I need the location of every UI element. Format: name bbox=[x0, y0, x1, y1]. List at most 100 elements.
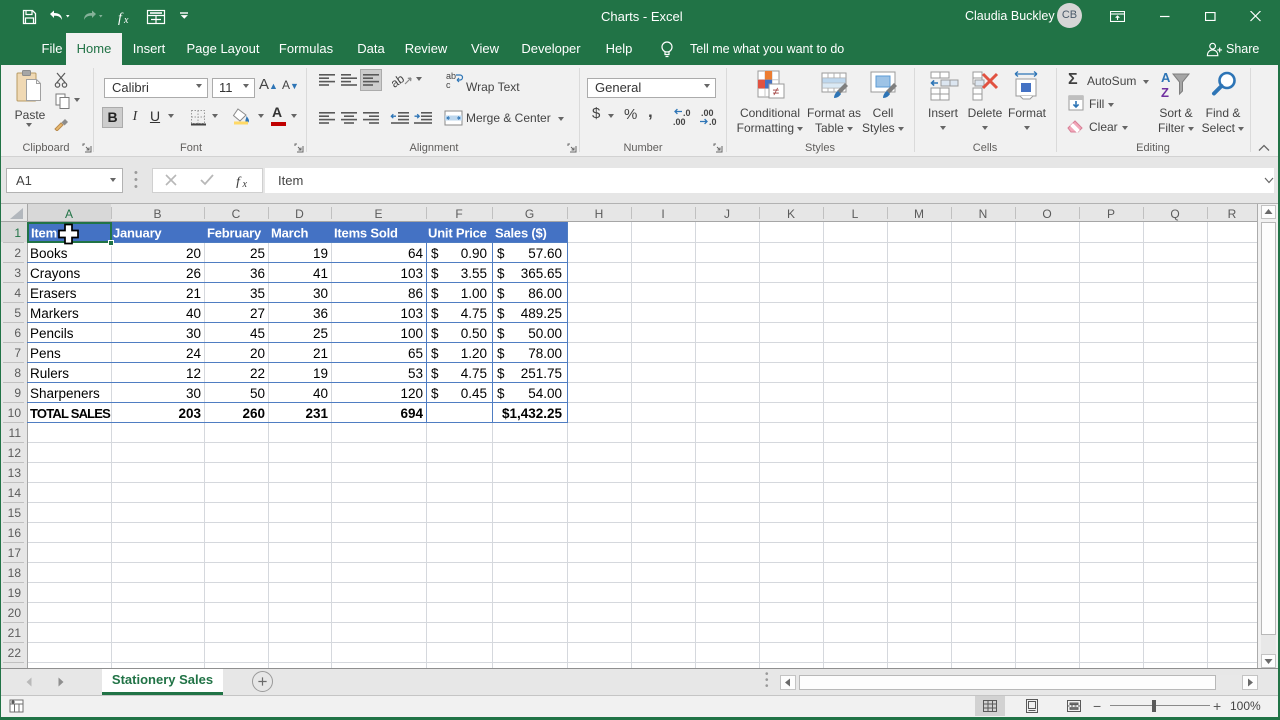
svg-text:Sharpeners: Sharpeners bbox=[30, 386, 100, 401]
svg-text:86: 86 bbox=[408, 286, 423, 301]
svg-text:ab: ab bbox=[392, 71, 407, 90]
svg-text:$: $ bbox=[497, 266, 505, 281]
svg-text:O: O bbox=[1042, 207, 1051, 221]
svg-text:$1,432.25: $1,432.25 bbox=[502, 406, 563, 421]
svg-text:G: G bbox=[525, 207, 534, 221]
svg-text:86.00: 86.00 bbox=[528, 286, 562, 301]
svg-text:3.55: 3.55 bbox=[461, 266, 487, 281]
svg-text:53: 53 bbox=[408, 366, 423, 381]
svg-text:Crayons: Crayons bbox=[30, 266, 81, 281]
svg-text:694: 694 bbox=[400, 406, 423, 421]
svg-text:0.50: 0.50 bbox=[461, 326, 487, 341]
svg-text:12: 12 bbox=[8, 446, 22, 460]
svg-text:Books: Books bbox=[30, 246, 68, 261]
svg-text:9: 9 bbox=[14, 386, 21, 400]
svg-text:30: 30 bbox=[186, 386, 201, 401]
svg-text:J: J bbox=[724, 207, 730, 221]
svg-text:$: $ bbox=[431, 246, 439, 261]
svg-text:M: M bbox=[914, 207, 924, 221]
svg-text:18: 18 bbox=[8, 566, 22, 580]
svg-text:19: 19 bbox=[313, 246, 328, 261]
svg-text:15: 15 bbox=[8, 506, 22, 520]
svg-text:36: 36 bbox=[250, 266, 265, 281]
svg-text:24: 24 bbox=[186, 346, 202, 361]
svg-text:4.75: 4.75 bbox=[461, 306, 487, 321]
svg-text:$: $ bbox=[431, 366, 439, 381]
svg-text:231: 231 bbox=[305, 406, 328, 421]
svg-text:30: 30 bbox=[313, 286, 328, 301]
svg-text:25: 25 bbox=[313, 326, 328, 341]
svg-text:Unit Price: Unit Price bbox=[428, 226, 487, 241]
svg-text:$: $ bbox=[497, 246, 505, 261]
svg-text:103: 103 bbox=[400, 306, 423, 321]
svg-text:103: 103 bbox=[400, 266, 423, 281]
svg-text:x: x bbox=[123, 15, 129, 26]
svg-text:35: 35 bbox=[250, 286, 265, 301]
svg-text:Pencils: Pencils bbox=[30, 326, 74, 341]
svg-text:260: 260 bbox=[242, 406, 265, 421]
svg-text:45: 45 bbox=[250, 326, 265, 341]
svg-text:$: $ bbox=[497, 386, 505, 401]
svg-text:4.75: 4.75 bbox=[461, 366, 487, 381]
svg-text:$: $ bbox=[431, 266, 439, 281]
svg-text:25: 25 bbox=[250, 246, 265, 261]
svg-text:13: 13 bbox=[8, 466, 22, 480]
svg-text:February: February bbox=[207, 226, 262, 241]
svg-text:57.60: 57.60 bbox=[528, 246, 562, 261]
svg-text:5: 5 bbox=[14, 306, 21, 320]
svg-text:36: 36 bbox=[313, 306, 328, 321]
svg-text:R: R bbox=[1228, 207, 1237, 221]
svg-text:50.00: 50.00 bbox=[528, 326, 562, 341]
svg-text:Q: Q bbox=[1170, 207, 1179, 221]
svg-text:22: 22 bbox=[250, 366, 265, 381]
svg-text:Pens: Pens bbox=[30, 346, 61, 361]
svg-text:$: $ bbox=[497, 306, 505, 321]
svg-text:6: 6 bbox=[14, 326, 21, 340]
svg-text:3: 3 bbox=[14, 266, 21, 280]
svg-text:D: D bbox=[295, 207, 304, 221]
svg-text:19: 19 bbox=[8, 586, 22, 600]
svg-text:19: 19 bbox=[313, 366, 328, 381]
svg-text:January: January bbox=[113, 226, 162, 241]
svg-text:$: $ bbox=[431, 326, 439, 341]
svg-text:11: 11 bbox=[9, 426, 22, 440]
svg-text:17: 17 bbox=[8, 546, 22, 560]
svg-text:Erasers: Erasers bbox=[30, 286, 77, 301]
svg-text:N: N bbox=[979, 207, 988, 221]
svg-text:x: x bbox=[242, 179, 248, 188]
svg-text:P: P bbox=[1107, 207, 1115, 221]
svg-text:A: A bbox=[65, 207, 73, 221]
svg-text:489.25: 489.25 bbox=[521, 306, 562, 321]
svg-text:Sales ($): Sales ($) bbox=[495, 226, 547, 241]
svg-text:March: March bbox=[271, 226, 309, 241]
svg-text:14: 14 bbox=[8, 486, 22, 500]
svg-text:78.00: 78.00 bbox=[528, 346, 562, 361]
svg-text:f: f bbox=[236, 175, 242, 188]
svg-text:$: $ bbox=[497, 346, 505, 361]
svg-text:1.20: 1.20 bbox=[461, 346, 487, 361]
svg-text:7: 7 bbox=[14, 346, 21, 360]
svg-text:.00: .00 bbox=[673, 117, 686, 126]
svg-text:40: 40 bbox=[313, 386, 328, 401]
svg-text:20: 20 bbox=[250, 346, 265, 361]
svg-text:0.90: 0.90 bbox=[461, 246, 487, 261]
svg-text:Rulers: Rulers bbox=[30, 366, 69, 381]
svg-text:I: I bbox=[661, 207, 664, 221]
svg-text:Items Sold: Items Sold bbox=[334, 226, 398, 241]
svg-text:27: 27 bbox=[250, 306, 265, 321]
svg-text:$: $ bbox=[497, 286, 505, 301]
svg-text:26: 26 bbox=[186, 266, 201, 281]
svg-text:1.00: 1.00 bbox=[461, 286, 487, 301]
svg-text:K: K bbox=[787, 207, 795, 221]
svg-text:B: B bbox=[153, 207, 161, 221]
svg-text:50: 50 bbox=[250, 386, 265, 401]
svg-text:C: C bbox=[232, 207, 241, 221]
svg-text:100: 100 bbox=[400, 326, 423, 341]
svg-text:203: 203 bbox=[178, 406, 201, 421]
svg-text:251.75: 251.75 bbox=[521, 366, 562, 381]
svg-text:$: $ bbox=[431, 306, 439, 321]
svg-text:120: 120 bbox=[400, 386, 423, 401]
svg-text:H: H bbox=[595, 207, 604, 221]
svg-text:E: E bbox=[374, 207, 382, 221]
svg-text:21: 21 bbox=[313, 346, 328, 361]
